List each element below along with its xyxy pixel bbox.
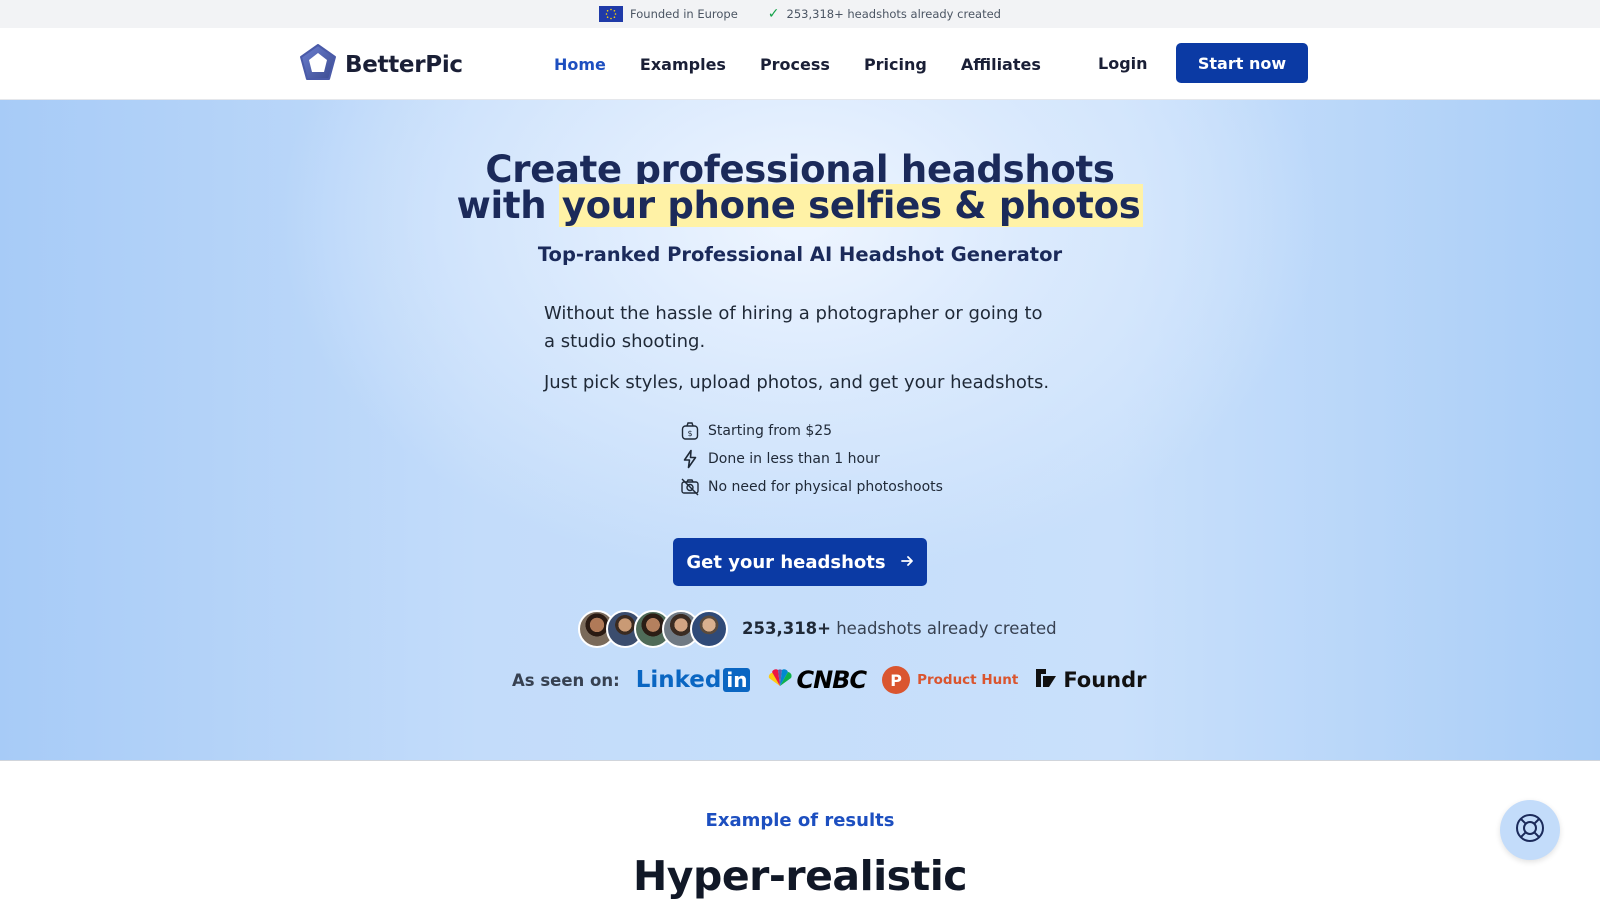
foundr-text: Foundr	[1063, 668, 1147, 692]
login-link[interactable]: Login	[1098, 54, 1148, 73]
created-text: 253,318+ headshots already created	[786, 7, 1001, 21]
lightning-icon	[680, 449, 700, 469]
money-bag-icon: $	[680, 421, 700, 441]
as-seen-on: As seen on: Linked in CNBC P Product Hunt…	[512, 664, 1147, 696]
help-widget-button[interactable]	[1500, 800, 1560, 860]
eu-flag-icon	[599, 6, 624, 22]
svg-text:$: $	[687, 429, 692, 438]
nav-item-pricing[interactable]: Pricing	[864, 55, 927, 74]
cnbc-text: CNBC	[796, 666, 867, 694]
nav-item-process[interactable]: Process	[760, 55, 830, 74]
cta-label: Get your headshots	[686, 551, 886, 573]
count-text: headshots already created	[830, 619, 1057, 638]
camera-off-icon	[680, 477, 700, 497]
product-hunt-icon: P	[882, 666, 911, 694]
product-hunt-text: Product Hunt	[917, 672, 1019, 688]
hero-title: Create professional headshots with your …	[0, 151, 1600, 227]
feature-speed: Done in less than 1 hour	[680, 449, 980, 469]
results-title: Hyper-realistic	[632, 852, 968, 900]
feature-label: Done in less than 1 hour	[708, 451, 880, 467]
nav-item-home[interactable]: Home	[554, 55, 606, 74]
title-highlight: your phone selfies & photos	[558, 184, 1144, 227]
nav-item-affiliates[interactable]: Affiliates	[961, 55, 1041, 74]
customer-avatars	[578, 610, 728, 650]
peacock-icon	[766, 669, 794, 691]
hero-section: Create professional headshots with your …	[0, 100, 1600, 760]
brand-name: BetterPic	[345, 52, 463, 78]
hero-description: Without the hassle of hiring a photograp…	[544, 303, 1043, 352]
title-part: with	[456, 184, 559, 227]
avatar	[690, 610, 728, 648]
product-hunt-logo: P Product Hunt	[882, 666, 1018, 694]
main-nav: BetterPic Home Examples Process Pricing …	[0, 28, 1600, 100]
results-eyebrow: Example of results	[705, 810, 895, 831]
announcement-bar: Founded in Europe ✓ 253,318+ headshots a…	[0, 0, 1600, 28]
pentagon-logo-icon	[298, 43, 338, 87]
linkedin-logo: Linked in	[636, 667, 751, 693]
headshot-count: 253,318+ headshots already created	[742, 619, 1057, 638]
feature-label: Starting from $25	[708, 423, 833, 439]
founded-text: Founded in Europe	[630, 7, 738, 21]
feature-no-photoshoot: No need for physical photoshoots	[680, 477, 980, 497]
linkedin-in: in	[723, 668, 751, 692]
check-icon: ✓	[767, 6, 780, 22]
feature-price: $ Starting from $25	[680, 421, 980, 441]
hero-subtitle: Top-ranked Professional AI Headshot Gene…	[537, 243, 1063, 266]
nav-item-examples[interactable]: Examples	[640, 55, 726, 74]
foundr-logo: Foundr	[1034, 666, 1147, 695]
founded-in-europe: Founded in Europe	[599, 6, 738, 22]
foundr-icon	[1034, 666, 1058, 695]
count-number: 253,318+	[742, 619, 831, 638]
hero-description-2: Just pick styles, upload photos, and get…	[544, 372, 1050, 393]
as-seen-on-label: As seen on:	[512, 670, 620, 690]
arrow-right-icon	[900, 552, 914, 573]
linkedin-text: Linked	[635, 667, 722, 693]
section-divider	[0, 760, 1600, 761]
get-headshots-button[interactable]: Get your headshots	[673, 538, 927, 586]
headshots-created: ✓ 253,318+ headshots already created	[768, 6, 1001, 22]
brand-logo[interactable]: BetterPic	[298, 43, 463, 87]
cnbc-logo: CNBC	[766, 666, 867, 694]
nav-menu: Home Examples Process Pricing Affiliates	[554, 28, 1075, 100]
lifebuoy-icon	[1514, 812, 1546, 848]
start-now-button[interactable]: Start now	[1176, 43, 1308, 83]
feature-label: No need for physical photoshoots	[708, 479, 943, 495]
